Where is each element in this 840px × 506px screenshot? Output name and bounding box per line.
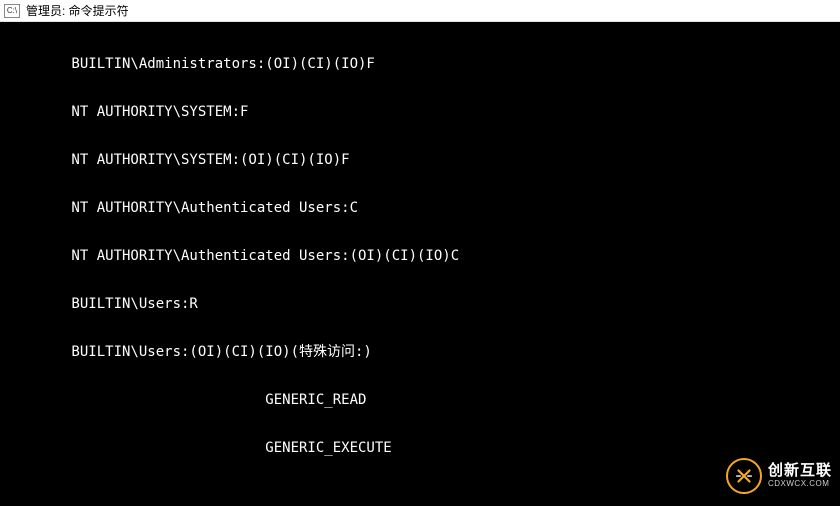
terminal-line: GENERIC_EXECUTE	[4, 440, 836, 456]
terminal-line: BUILTIN\Administrators:(OI)(CI)(IO)F	[4, 56, 836, 72]
terminal-line: BUILTIN\Users:(OI)(CI)(IO)(特殊访问:)	[4, 344, 836, 360]
watermark-en: CDXWCX.COM	[768, 480, 832, 489]
terminal-line: NT AUTHORITY\SYSTEM:(OI)(CI)(IO)F	[4, 152, 836, 168]
terminal-output[interactable]: BUILTIN\Administrators:(OI)(CI)(IO)F NT …	[0, 22, 840, 506]
watermark-cn: 创新互联	[768, 463, 832, 480]
cmd-icon: C:\	[4, 4, 20, 18]
watermark-text: 创新互联 CDXWCX.COM	[768, 463, 832, 488]
window-title: 管理员: 命令提示符	[26, 2, 129, 19]
terminal-line: GENERIC_READ	[4, 392, 836, 408]
terminal-line: NT AUTHORITY\SYSTEM:F	[4, 104, 836, 120]
terminal-line: NT AUTHORITY\Authenticated Users:(OI)(CI…	[4, 248, 836, 264]
terminal-line: NT AUTHORITY\Authenticated Users:C	[4, 200, 836, 216]
window-title-bar[interactable]: C:\ 管理员: 命令提示符	[0, 0, 840, 22]
watermark-logo-icon	[726, 458, 762, 494]
terminal-line: BUILTIN\Users:R	[4, 296, 836, 312]
watermark: 创新互联 CDXWCX.COM	[726, 458, 832, 494]
